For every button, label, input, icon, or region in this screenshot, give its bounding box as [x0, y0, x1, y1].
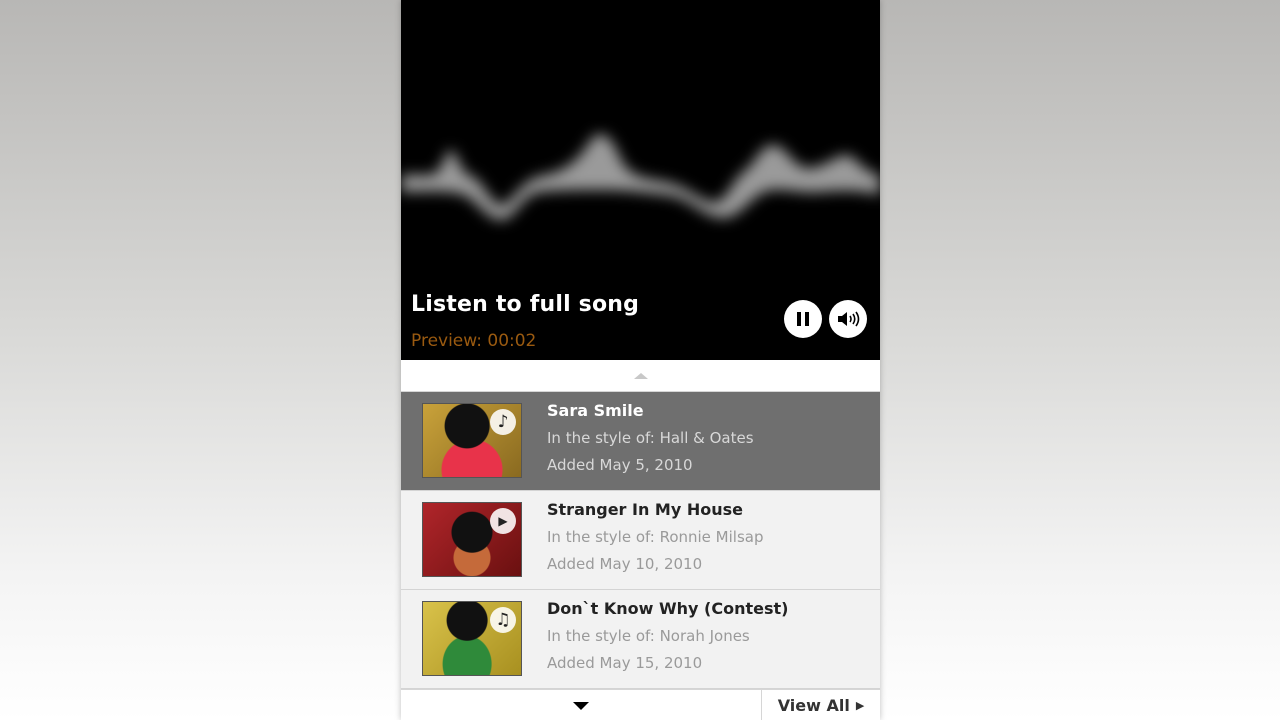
song-date: Added May 10, 2010 — [547, 555, 703, 573]
song-style: In the style of: Ronnie Milsap — [547, 528, 764, 546]
chevron-down-icon — [573, 701, 589, 710]
song-title: Stranger In My House — [547, 500, 743, 519]
song-title: Sara Smile — [547, 401, 644, 420]
song-style: In the style of: Norah Jones — [547, 627, 750, 645]
scroll-down-button[interactable] — [401, 690, 761, 720]
volume-button[interactable] — [829, 300, 867, 338]
karaoke-widget: Listen to full song Preview: 00:02 ♪ Sar… — [401, 0, 880, 720]
chevron-up-icon — [633, 372, 648, 379]
list-footer: View All ▶ — [401, 689, 880, 720]
pause-icon — [795, 312, 811, 326]
thumbnail: ▶ — [422, 502, 522, 577]
song-title: Don`t Know Why (Contest) — [547, 599, 789, 618]
thumbnail: ♪ — [422, 403, 522, 478]
music-notes-icon: ♫ — [490, 607, 516, 633]
thumbnail: ♫ — [422, 601, 522, 676]
view-all-label: View All — [777, 696, 850, 715]
listen-full-song-link[interactable]: Listen to full song — [411, 292, 639, 317]
volume-icon — [838, 311, 860, 327]
view-all-link[interactable]: View All ▶ — [761, 690, 880, 720]
song-list: ♪ Sara Smile In the style of: Hall & Oat… — [401, 392, 880, 689]
waveform-visualization — [401, 134, 880, 220]
audio-player: Listen to full song Preview: 00:02 — [401, 0, 880, 360]
list-item[interactable]: ▶ Stranger In My House In the style of: … — [401, 491, 880, 590]
pause-button[interactable] — [784, 300, 822, 338]
list-item[interactable]: ♫ Don`t Know Why (Contest) In the style … — [401, 590, 880, 689]
preview-timer: Preview: 00:02 — [411, 331, 537, 351]
video-camera-icon: ▶ — [490, 508, 516, 534]
list-item[interactable]: ♪ Sara Smile In the style of: Hall & Oat… — [401, 392, 880, 491]
scroll-up-button[interactable] — [401, 360, 880, 392]
chevron-right-icon: ▶ — [855, 699, 865, 712]
song-date: Added May 15, 2010 — [547, 654, 703, 672]
song-style: In the style of: Hall & Oates — [547, 429, 754, 447]
song-date: Added May 5, 2010 — [547, 456, 693, 474]
music-note-icon: ♪ — [490, 409, 516, 435]
